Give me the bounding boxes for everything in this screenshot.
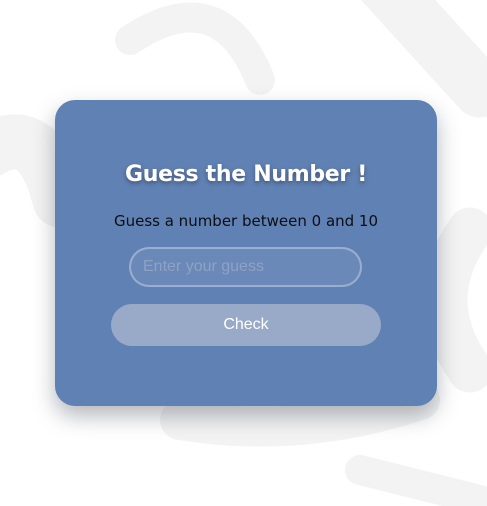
guess-input[interactable] (129, 247, 362, 287)
game-card: Guess the Number ! Guess a number betwee… (55, 100, 437, 406)
decor-stroke-top (115, 2, 275, 95)
decor-stroke-top-right (361, 0, 487, 118)
decor-stroke-bottom-right (345, 455, 487, 506)
decor-stroke-right (422, 207, 487, 393)
decor-stroke-left (0, 114, 88, 228)
game-title: Guess the Number ! (124, 162, 368, 187)
check-button[interactable]: Check (111, 304, 381, 346)
game-instructions: Guess a number between 0 and 10 (113, 212, 379, 230)
